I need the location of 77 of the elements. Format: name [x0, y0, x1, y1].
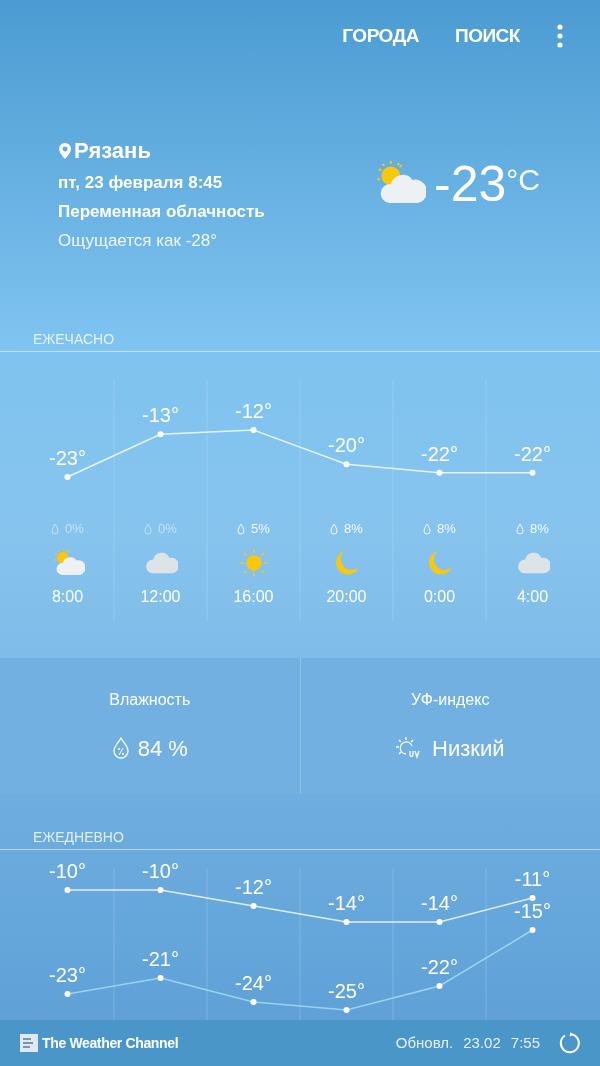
precipitation-chance: 8% — [437, 520, 456, 539]
temperature-label: -14° — [328, 892, 365, 914]
temperature-label: -22° — [421, 442, 458, 465]
raindrop-icon — [144, 523, 153, 535]
refresh-button[interactable] — [558, 1032, 580, 1054]
top-bar-action[interactable]: ПОИСК — [454, 21, 520, 51]
raindrop-icon — [330, 523, 339, 535]
hour-label: 16:00 — [233, 587, 274, 607]
more-menu-icon[interactable] — [556, 24, 564, 48]
raindrop-icon — [516, 523, 525, 535]
precipitation-chance: 0% — [158, 520, 177, 539]
temperature-label: -12° — [235, 876, 272, 898]
updated-date: 23.02 — [463, 1032, 501, 1053]
temperature-label: -20° — [328, 434, 365, 457]
temperature-label: -21° — [142, 948, 179, 970]
data-point — [64, 473, 71, 480]
data-point — [529, 895, 536, 901]
precipitation-chance: 8% — [530, 520, 549, 539]
data-point — [343, 1007, 350, 1013]
raindrop-icon — [423, 523, 432, 535]
temperature-label: -22° — [514, 442, 551, 465]
brand-name: The Weather Channel — [42, 1033, 179, 1053]
temperature-unit: °C — [506, 164, 540, 195]
precipitation-chance: 8% — [344, 520, 363, 539]
detail-value: Низкий — [432, 734, 505, 763]
data-point — [436, 469, 443, 476]
data-point — [436, 919, 443, 925]
temperature-label: -10° — [142, 860, 179, 882]
temperature-label: -25° — [328, 980, 365, 1002]
data-point — [157, 431, 164, 438]
data-point — [64, 887, 71, 893]
temperature-label: -10° — [49, 860, 86, 882]
location-pin-icon — [58, 141, 72, 160]
temperature-label: -11° — [514, 868, 551, 890]
humidity-drop-icon — [111, 737, 130, 759]
temperature-label: -14° — [421, 892, 458, 914]
precipitation-chance: 0% — [65, 520, 84, 539]
data-point — [157, 887, 164, 893]
data-point — [250, 903, 257, 909]
section-title: ЕЖЕЧАСНО — [0, 329, 600, 352]
temperature-label: -13° — [142, 404, 179, 427]
city-name: Рязань — [74, 136, 151, 165]
temperature-label: -22° — [421, 956, 458, 978]
detail-label: Влажность — [109, 689, 191, 710]
data-point — [529, 927, 536, 933]
updated-time: 7:55 — [510, 1032, 540, 1053]
raindrop-icon — [237, 523, 246, 535]
data-point — [343, 919, 350, 925]
precipitation-chance: 5% — [251, 520, 270, 539]
section-title: ЕЖЕДНЕВНО — [0, 827, 600, 850]
updated-label: Обновл. — [395, 1032, 454, 1053]
data-point — [250, 427, 257, 433]
detail-label: УФ-индекс — [411, 689, 490, 710]
hour-label: 20:00 — [326, 587, 367, 607]
temperature-label: -24° — [235, 972, 272, 994]
temperature-label: -23° — [49, 964, 86, 986]
weather-condition: Переменная облачность — [58, 200, 266, 223]
detail-value: 84 % — [137, 734, 188, 763]
hour-label: 4:00 — [516, 587, 549, 607]
temperature-label: -23° — [49, 446, 86, 469]
top-bar-action[interactable]: ГОРОДА — [342, 21, 419, 51]
temperature-label: -12° — [235, 400, 272, 422]
hour-label: 0:00 — [423, 587, 456, 607]
data-point — [343, 461, 350, 468]
hour-label: 8:00 — [51, 587, 84, 607]
date-time: пт, 23 февраля 8:45 — [58, 171, 224, 194]
hour-label: 12:00 — [140, 587, 181, 607]
feels-like: Ощущается как -28° — [58, 229, 219, 252]
data-point — [157, 975, 164, 981]
temperature-label: -15° — [514, 900, 551, 922]
raindrop-icon — [51, 523, 60, 535]
current-temperature: -23 — [434, 158, 507, 209]
data-point — [529, 469, 536, 476]
data-point — [436, 983, 443, 989]
brand-logo-icon — [20, 1034, 38, 1052]
data-point — [250, 999, 257, 1005]
data-point — [64, 991, 71, 997]
